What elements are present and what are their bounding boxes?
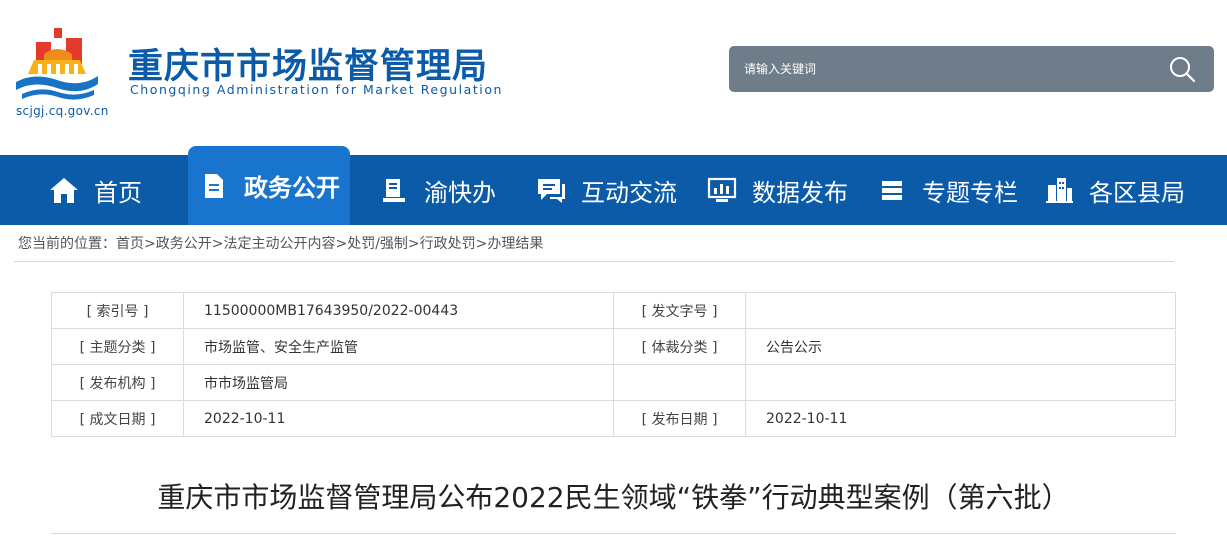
stack-icon xyxy=(876,175,908,205)
breadcrumb-separator: > xyxy=(407,236,420,252)
site-header: scjgj.cq.gov.cn 重庆市市场监督管理局 Chongqing Adm… xyxy=(0,0,1227,155)
table-row: [ 成文日期 ] 2022-10-11 [ 发布日期 ] 2022-10-11 xyxy=(51,400,1176,437)
title-divider xyxy=(51,533,1176,534)
service-icon xyxy=(378,175,410,205)
topic-value: 市场监管、安全生产监管 xyxy=(183,328,614,365)
doc-no-label: [ 发文字号 ] xyxy=(613,292,746,329)
site-url: scjgj.cq.gov.cn xyxy=(16,104,109,118)
nav-item-label: 互动交流 xyxy=(581,178,677,207)
buildings-icon xyxy=(1043,175,1075,205)
table-row: [ 索引号 ] 11500000MB17643950/2022-00443 [ … xyxy=(51,292,1176,329)
article-title: 重庆市市场监督管理局公布2022民生领域“铁拳”行动典型案例（第六批） xyxy=(157,481,1070,514)
nav-item-district-bureaus[interactable]: 各区县局 xyxy=(1043,155,1185,225)
index-value: 11500000MB17643950/2022-00443 xyxy=(183,292,614,329)
empty-cell xyxy=(613,364,746,401)
document-icon xyxy=(198,171,230,201)
nav-item-label: 专题专栏 xyxy=(922,178,1018,207)
site-subtitle: Chongqing Administration for Market Regu… xyxy=(130,82,503,97)
nav-item-label: 首页 xyxy=(94,178,142,207)
written-date-label: [ 成文日期 ] xyxy=(51,400,184,437)
nav-item-data-release[interactable]: 数据发布 xyxy=(706,155,848,225)
breadcrumb-item-home[interactable]: 首页 xyxy=(116,236,144,252)
genre-value: 公告公示 xyxy=(745,328,1176,365)
search-input[interactable] xyxy=(729,46,1159,92)
breadcrumb-separator: > xyxy=(144,236,156,252)
nav-item-special-topics[interactable]: 专题专栏 xyxy=(876,155,1018,225)
publish-date-value: 2022-10-11 xyxy=(745,400,1176,437)
nav-item-label: 政务公开 xyxy=(244,174,340,202)
search-box xyxy=(729,46,1214,92)
written-date-value: 2022-10-11 xyxy=(183,400,614,437)
nav-item-gov-affairs[interactable]: 政务公开 xyxy=(188,146,350,225)
document-info-table: [ 索引号 ] 11500000MB17643950/2022-00443 [ … xyxy=(51,292,1176,437)
table-row: [ 发布机构 ] 市市场监管局 xyxy=(51,364,1176,401)
nav-item-label: 数据发布 xyxy=(752,178,848,207)
issuer-label: [ 发布机构 ] xyxy=(51,364,184,401)
table-row: [ 主题分类 ] 市场监管、安全生产监管 [ 体裁分类 ] 公告公示 xyxy=(51,328,1176,365)
doc-no-value xyxy=(745,292,1176,329)
search-icon[interactable] xyxy=(1168,55,1196,83)
publish-date-label: [ 发布日期 ] xyxy=(613,400,746,437)
nav-item-yukuaiban[interactable]: 渝快办 xyxy=(378,155,496,225)
genre-label: [ 体裁分类 ] xyxy=(613,328,746,365)
breadcrumb-separator: > xyxy=(475,236,488,252)
empty-cell xyxy=(745,364,1176,401)
breadcrumb-separator: > xyxy=(335,236,348,252)
topic-label: [ 主题分类 ] xyxy=(51,328,184,365)
chart-icon xyxy=(706,175,738,205)
nav-item-label: 各区县局 xyxy=(1089,178,1185,207)
breadcrumb-separator: > xyxy=(211,236,224,252)
breadcrumb-divider xyxy=(14,261,1174,262)
issuer-value: 市市场监管局 xyxy=(183,364,614,401)
breadcrumb: 您当前的位置：首页>政务公开>法定主动公开内容>处罚/强制>行政处罚>办理结果 xyxy=(18,233,543,253)
breadcrumb-item-gov-affairs[interactable]: 政务公开 xyxy=(156,236,212,252)
nav-item-label: 渝快办 xyxy=(424,178,496,207)
home-icon xyxy=(48,175,80,205)
breadcrumb-item-results[interactable]: 办理结果 xyxy=(487,236,543,252)
index-label: [ 索引号 ] xyxy=(51,292,184,329)
chat-icon xyxy=(535,175,567,205)
breadcrumb-prefix: 您当前的位置： xyxy=(18,236,116,252)
breadcrumb-item-admin-penalty[interactable]: 行政处罚 xyxy=(420,236,476,252)
breadcrumb-item-statutory[interactable]: 法定主动公开内容 xyxy=(223,236,335,252)
nav-item-interaction[interactable]: 互动交流 xyxy=(535,155,677,225)
logo-emblem-icon[interactable] xyxy=(14,24,100,102)
nav-item-home[interactable]: 首页 xyxy=(48,155,142,225)
main-nav: 首页 政务公开 渝快办 互动交流 数据发布 专题专栏 各区县局 xyxy=(0,146,1227,225)
breadcrumb-item-penalty[interactable]: 处罚/强制 xyxy=(347,236,408,252)
